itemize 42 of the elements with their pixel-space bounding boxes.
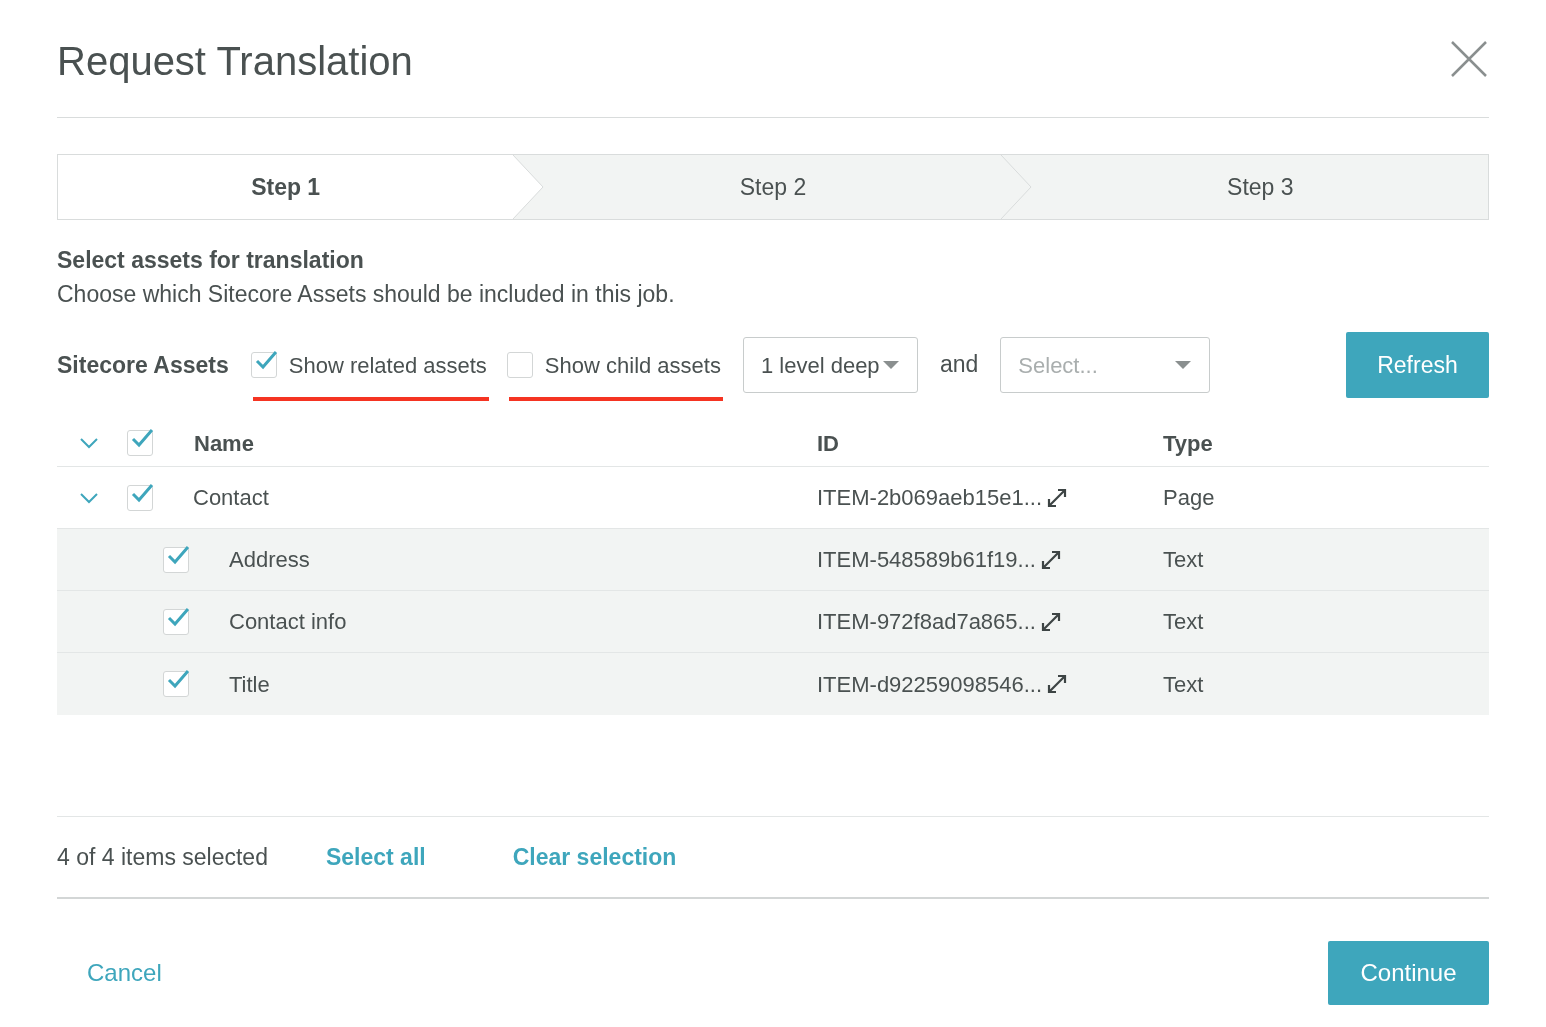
checkbox[interactable] (127, 484, 153, 511)
chevron-down-icon[interactable] (78, 490, 100, 505)
section-heading: Select assets for translation (57, 246, 365, 274)
dropdown-placeholder: Select... (1018, 351, 1098, 380)
checkbox-label[interactable]: Show child assets (544, 348, 721, 382)
checkbox[interactable] (163, 546, 189, 573)
checkbox[interactable] (163, 671, 189, 697)
table-cell-text: Title (229, 670, 270, 699)
expand-icon[interactable] (1046, 673, 1069, 695)
toolbar-label: Sitecore Assets (57, 350, 229, 380)
table-cell-text: Address (229, 546, 310, 574)
checkbox[interactable] (250, 352, 277, 378)
table-cell: Text (1163, 547, 1204, 572)
table-cell-text: Contact (193, 484, 269, 512)
expand-icon[interactable] (1046, 486, 1069, 509)
expand-icon[interactable] (1039, 610, 1062, 633)
depth-dropdown[interactable]: 1 level deep (742, 337, 918, 393)
table-cell: Text (1163, 609, 1204, 634)
checkbox[interactable] (163, 608, 189, 635)
section-description: Choose which Sitecore Assets should be included in this job. (57, 280, 676, 308)
checkbox[interactable] (506, 352, 533, 378)
expand-icon[interactable] (1039, 548, 1062, 571)
caret-icon (882, 361, 899, 369)
table-cell-text: ITEM-2b069aeb15e1... (817, 484, 1043, 512)
table-cell: Page (1163, 485, 1215, 510)
dialog-title: Request Translation (57, 37, 413, 81)
table-cell-text: ITEM-d92259098546... (817, 670, 1043, 699)
column-header: Name (194, 429, 254, 458)
table-cell-text: Contact info (229, 608, 347, 636)
column-header: ID (817, 430, 839, 456)
close-icon[interactable] (1451, 40, 1487, 77)
column-header: Type (1163, 430, 1213, 456)
conjunction-label: and (939, 349, 979, 379)
chevron-down-icon[interactable] (78, 436, 100, 450)
table-cell: Text (1163, 671, 1204, 697)
caret-icon (1175, 361, 1192, 369)
table-cell-text: ITEM-548589b61f19... (817, 546, 1036, 574)
table-cell-text: ITEM-972f8ad7a865... (817, 608, 1036, 636)
dropdown-value: 1 level deep (760, 351, 880, 380)
checkbox[interactable] (127, 430, 153, 456)
selection-summary: 4 of 4 items selected (57, 842, 268, 872)
checkbox-label[interactable]: Show related assets (288, 348, 487, 382)
